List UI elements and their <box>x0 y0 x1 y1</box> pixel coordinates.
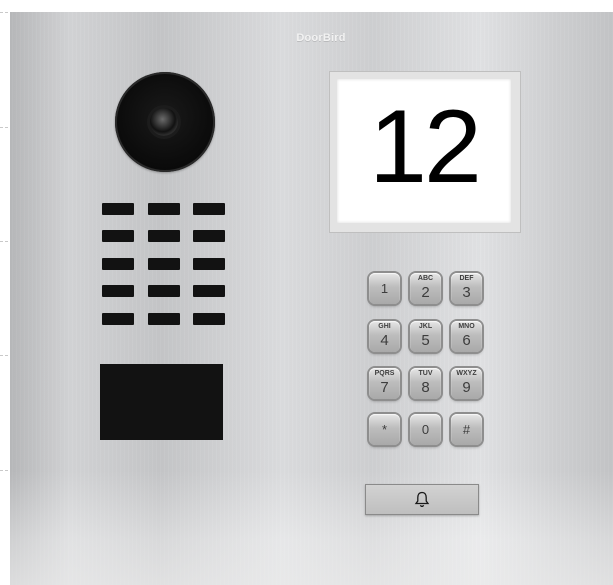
key-letters: WXYZ <box>456 370 477 377</box>
speaker-slot <box>102 258 134 270</box>
key-digit: * <box>381 422 388 437</box>
key-digit: 0 <box>421 422 430 437</box>
speaker-slot <box>193 230 225 242</box>
key-digit: # <box>462 422 471 437</box>
speaker-slot <box>148 230 180 242</box>
key-7[interactable]: PQRS 7 <box>369 368 400 399</box>
speaker-slot <box>148 258 180 270</box>
speaker-slot <box>148 313 180 325</box>
key-digit: 6 <box>462 332 471 349</box>
key-letters: TUV <box>418 370 433 377</box>
speaker-slot <box>193 285 225 297</box>
speaker-slot <box>102 313 134 325</box>
key-8[interactable]: TUV 8 <box>410 368 441 399</box>
key-4[interactable]: GHI 4 <box>369 321 400 352</box>
speaker-slot <box>148 203 180 215</box>
house-number: 12 <box>369 89 482 205</box>
key-star[interactable]: * <box>369 414 400 445</box>
key-digit: 7 <box>380 379 389 396</box>
key-letters: DEF <box>459 275 474 282</box>
key-letters: ABC <box>417 275 434 282</box>
key-6[interactable]: MNO 6 <box>451 321 482 352</box>
key-digit: 1 <box>380 281 389 296</box>
speaker-slot <box>102 230 134 242</box>
speaker-slot <box>102 285 134 297</box>
key-3[interactable]: DEF 3 <box>451 273 482 304</box>
speaker-slot <box>193 258 225 270</box>
key-digit: 5 <box>421 332 430 349</box>
doorbell-button[interactable] <box>365 484 479 515</box>
bell-icon <box>414 491 430 508</box>
key-digit: 4 <box>380 332 389 349</box>
camera-lens-icon <box>150 108 178 136</box>
key-letters: JKL <box>418 323 433 330</box>
key-letters: PQRS <box>374 370 395 377</box>
key-letters: GHI <box>378 323 391 330</box>
rfid-reader <box>100 364 223 440</box>
key-hash[interactable]: # <box>451 414 482 445</box>
door-station-panel <box>10 12 613 585</box>
speaker-slot <box>193 203 225 215</box>
speaker-slot <box>148 285 180 297</box>
key-digit: 2 <box>421 284 430 301</box>
key-digit: 8 <box>421 379 430 396</box>
key-1[interactable]: 1 <box>369 273 400 304</box>
key-5[interactable]: JKL 5 <box>410 321 441 352</box>
key-digit: 3 <box>462 284 471 301</box>
key-2[interactable]: ABC 2 <box>410 273 441 304</box>
key-9[interactable]: WXYZ 9 <box>451 368 482 399</box>
key-letters: MNO <box>458 323 475 330</box>
speaker-slot <box>193 313 225 325</box>
key-digit: 9 <box>462 379 471 396</box>
brand-logo: DoorBird <box>296 32 346 44</box>
speaker-slot <box>102 203 134 215</box>
key-0[interactable]: 0 <box>410 414 441 445</box>
